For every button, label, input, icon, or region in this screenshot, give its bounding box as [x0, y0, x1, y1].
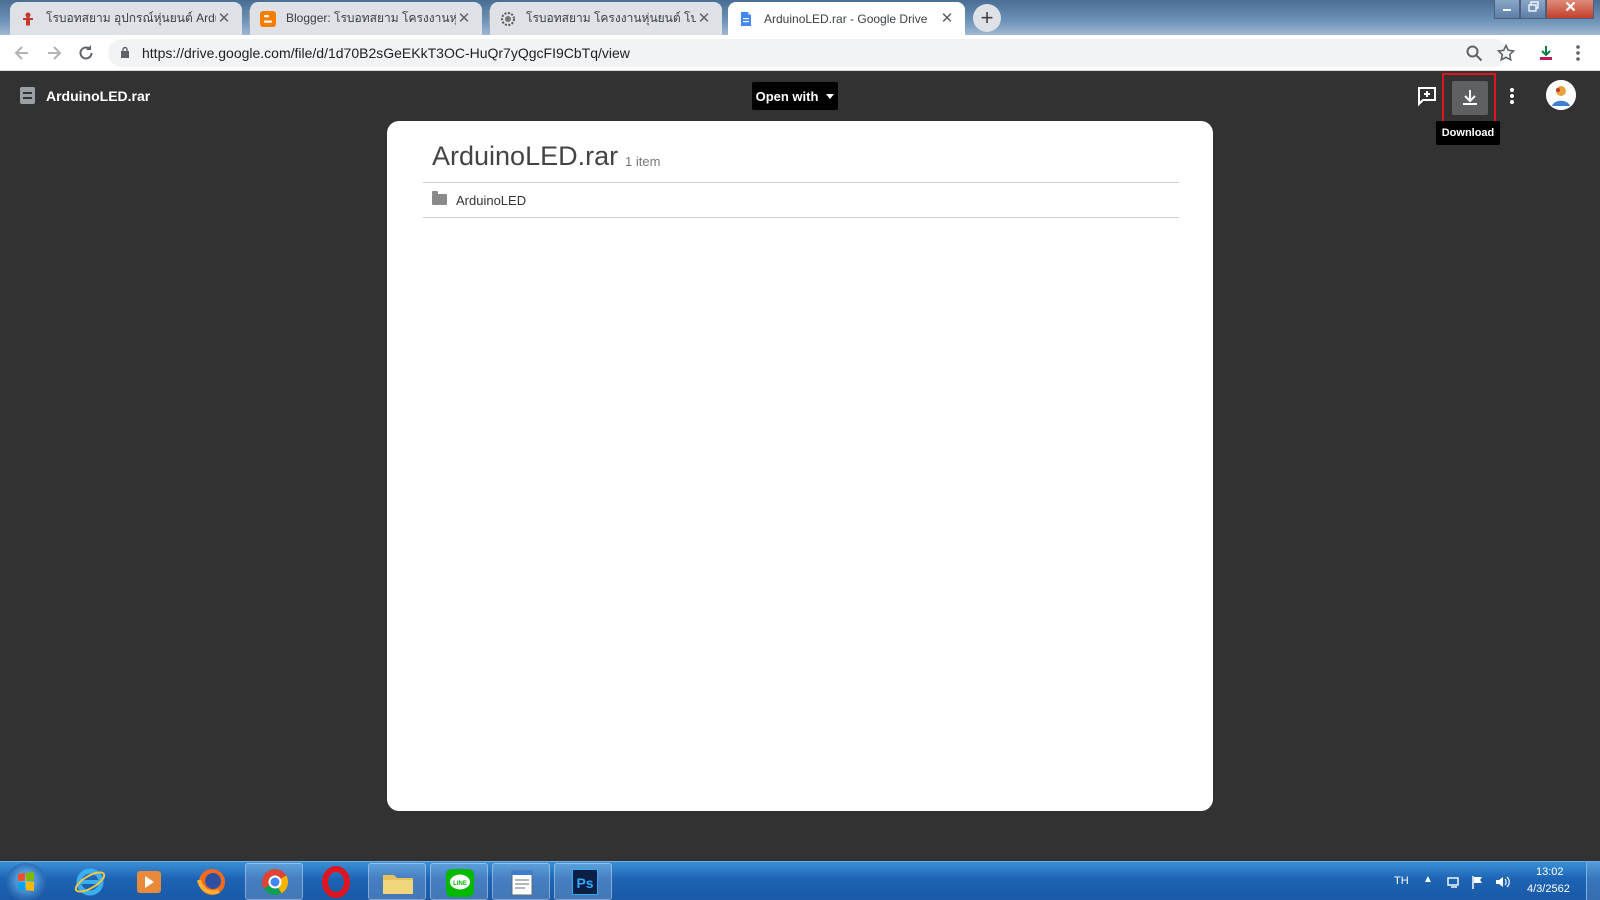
- drive-doc-favicon-icon: [738, 11, 754, 27]
- arrow-right-icon: [48, 46, 62, 60]
- back-button[interactable]: [12, 43, 32, 63]
- notepad-icon: [511, 870, 533, 896]
- kebab-menu-icon: [1510, 88, 1514, 104]
- robot-favicon-icon: [20, 11, 36, 27]
- firefox-icon: [197, 869, 225, 895]
- bookmark-button[interactable]: [1496, 43, 1516, 63]
- taskbar-firefox[interactable]: [183, 863, 241, 900]
- show-hidden-icons-button[interactable]: ▲: [1423, 874, 1433, 885]
- divider: [423, 217, 1179, 218]
- browser-menu-button[interactable]: [1568, 43, 1588, 63]
- taskbar-chrome[interactable]: [245, 863, 303, 900]
- star-icon: [1496, 43, 1516, 62]
- arrow-left-icon: [14, 46, 28, 60]
- kebab-menu-icon: [1576, 45, 1580, 61]
- list-item[interactable]: ArduinoLED: [423, 183, 1179, 217]
- reload-icon: [79, 45, 93, 60]
- archive-file-icon: [20, 87, 35, 104]
- search-icon: [1466, 45, 1483, 62]
- avatar-icon: [1546, 80, 1576, 110]
- folder-name: ArduinoLED: [456, 193, 527, 208]
- tab-google-drive[interactable]: ArduinoLED.rar - Google Drive ✕: [728, 2, 965, 35]
- tab-title: ArduinoLED.rar - Google Drive: [764, 11, 928, 26]
- tab-robotsiam-project[interactable]: โรบอทสยาม โครงงานหุ่นยนต์ โปรเจค ✕: [490, 2, 722, 35]
- extension-button[interactable]: [1536, 43, 1556, 63]
- volume-icon[interactable]: [1494, 874, 1510, 895]
- windows-taskbar: LINE Ps TH ▲ 13:02 4/3/2562: [0, 861, 1600, 900]
- folder-icon: [432, 191, 447, 205]
- show-desktop-button[interactable]: [1586, 862, 1600, 900]
- zoom-button[interactable]: [1464, 43, 1484, 63]
- window-minimize-button[interactable]: [1494, 0, 1520, 19]
- photoshop-icon: Ps: [572, 869, 598, 895]
- add-comment-button[interactable]: [1412, 81, 1442, 111]
- caret-down-icon: [826, 93, 835, 99]
- tab-title: โรบอทสยาม โครงงานหุ่นยนต์ โปรเจค: [526, 11, 696, 25]
- tab-robotsiam-arduino[interactable]: โรบอทสยาม อุปกรณ์หุ่นยนต์ Arduino ✕: [10, 2, 242, 35]
- open-with-label: Open with: [755, 88, 819, 104]
- clock-date[interactable]: 4/3/2562: [1527, 883, 1570, 895]
- tab-blogger[interactable]: Blogger: โรบอทสยาม โครงงานหุ่นยนต์ ✕: [250, 2, 482, 35]
- new-tab-button[interactable]: +: [973, 4, 1001, 32]
- media-player-icon: [137, 871, 161, 893]
- internet-explorer-icon: [74, 868, 106, 896]
- restore-icon: [1527, 1, 1539, 12]
- taskbar-media-player[interactable]: [120, 863, 178, 900]
- taskbar-opera[interactable]: [307, 863, 365, 900]
- browser-toolbar: https://drive.google.com/file/d/1d70B2sG…: [0, 35, 1600, 71]
- archive-item-count: 1 item: [625, 154, 661, 169]
- network-icon[interactable]: [1446, 874, 1462, 895]
- start-button[interactable]: [6, 863, 46, 900]
- download-extension-icon: [1540, 46, 1552, 60]
- blogger-favicon-icon: [260, 10, 276, 27]
- account-avatar[interactable]: [1546, 80, 1576, 110]
- archive-preview-card: ArduinoLED.rar 1 item ArduinoLED: [387, 121, 1213, 811]
- taskbar-notepad[interactable]: [492, 863, 550, 900]
- tab-title: Blogger: โรบอทสยาม โครงงานหุ่นยนต์: [286, 11, 456, 25]
- browser-tab-strip: โรบอทสยาม อุปกรณ์หุ่นยนต์ Arduino ✕ Blog…: [0, 0, 1600, 35]
- svg-text:LINE: LINE: [453, 881, 467, 887]
- action-center-flag-icon[interactable]: [1470, 874, 1486, 895]
- reload-button[interactable]: [76, 43, 96, 63]
- gear-robot-favicon-icon: [500, 11, 516, 27]
- language-indicator[interactable]: TH: [1394, 875, 1409, 887]
- forward-button[interactable]: [44, 43, 64, 63]
- tab-title: โรบอทสยาม อุปกรณ์หุ่นยนต์ Arduino: [46, 11, 216, 25]
- tab-close-icon[interactable]: ✕: [216, 10, 232, 27]
- window-restore-button[interactable]: [1520, 0, 1546, 19]
- download-icon: [1463, 90, 1477, 105]
- archive-title: ArduinoLED.rar: [432, 141, 619, 171]
- download-highlight-box: [1442, 73, 1496, 123]
- tab-close-icon[interactable]: ✕: [696, 10, 712, 27]
- tab-close-icon[interactable]: ✕: [939, 10, 955, 27]
- photoshop-label: Ps: [576, 875, 594, 891]
- close-icon: [1565, 1, 1575, 12]
- download-tooltip: Download: [1436, 121, 1500, 145]
- lock-icon: [121, 46, 129, 58]
- taskbar-line[interactable]: LINE: [430, 863, 488, 900]
- chrome-icon: [262, 869, 289, 896]
- more-actions-button[interactable]: [1497, 81, 1527, 111]
- minimize-icon: [1503, 9, 1511, 11]
- folder-icon: [383, 875, 413, 894]
- taskbar-internet-explorer[interactable]: [61, 863, 119, 900]
- download-button[interactable]: [1452, 81, 1488, 115]
- opera-icon: [322, 866, 350, 898]
- tab-close-icon[interactable]: ✕: [456, 10, 472, 27]
- open-with-button[interactable]: Open with: [752, 82, 838, 110]
- add-comment-icon: [1418, 87, 1436, 107]
- clock-time[interactable]: 13:02: [1536, 866, 1564, 878]
- taskbar-file-explorer[interactable]: [368, 863, 426, 900]
- window-close-button[interactable]: [1546, 0, 1594, 19]
- line-app-icon: LINE: [446, 869, 474, 897]
- drive-viewer-header: ArduinoLED.rar Open with Download: [0, 71, 1600, 145]
- viewer-file-name: ArduinoLED.rar: [46, 88, 151, 104]
- address-bar[interactable]: https://drive.google.com/file/d/1d70B2sG…: [108, 39, 1508, 67]
- url-text[interactable]: https://drive.google.com/file/d/1d70B2sG…: [142, 45, 630, 61]
- windows-logo-icon: [18, 872, 34, 891]
- taskbar-photoshop[interactable]: Ps: [554, 863, 612, 900]
